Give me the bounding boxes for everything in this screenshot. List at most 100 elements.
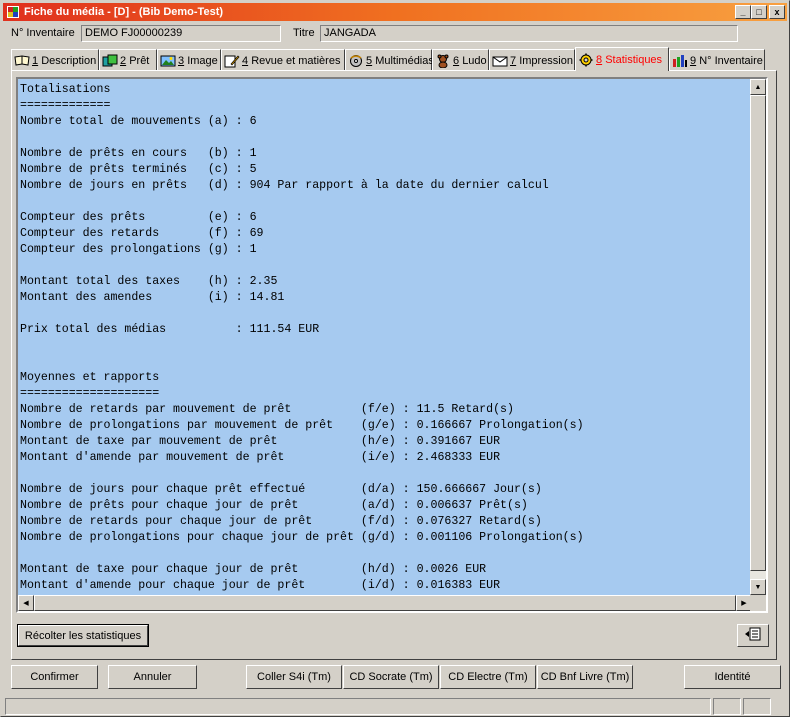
coller-s4i-button[interactable]: Coller S4i (Tm) bbox=[246, 665, 342, 689]
tab-impression[interactable]: 7 Impression bbox=[489, 49, 575, 71]
stats-line: Compteur des prêts (e) : 6 bbox=[20, 211, 257, 224]
gear-icon bbox=[578, 53, 594, 67]
stats-line: Nombre de jours en prêts (d) : 904 Par r… bbox=[20, 179, 549, 192]
recolter-statistiques-label: Récolter les statistiques bbox=[24, 629, 142, 642]
export-button[interactable] bbox=[737, 624, 769, 647]
close-button[interactable]: x bbox=[769, 5, 785, 19]
stats-line: Montant total des taxes (h) : 2.35 bbox=[20, 275, 278, 288]
maximize-icon: □ bbox=[756, 6, 762, 17]
stats-line: Montant des amendes (i) : 14.81 bbox=[20, 291, 285, 304]
title-bar[interactable]: Fiche du média - [D] - (Bib Demo-Test) _… bbox=[3, 3, 787, 21]
identite-button[interactable]: Identité bbox=[684, 665, 781, 689]
tab-multimedias-num: 5 bbox=[366, 54, 373, 67]
confirmer-button[interactable]: Confirmer bbox=[11, 665, 98, 689]
tab-revue-num: 4 bbox=[242, 54, 249, 67]
stats-line: Nombre total de mouvements (a) : 6 bbox=[20, 115, 257, 128]
tab-inventaire[interactable]: 9 N° Inventaire bbox=[669, 49, 765, 71]
cd-socrate-button[interactable]: CD Socrate (Tm) bbox=[343, 665, 439, 689]
statistics-text-content: Totalisations ============= Nombre total d… bbox=[18, 79, 752, 595]
tab-pret-label: Prêt bbox=[129, 54, 150, 67]
tab-description[interactable]: 1 Description bbox=[11, 49, 99, 71]
scroll-down-button[interactable]: ▼ bbox=[750, 579, 766, 595]
scroll-left-button[interactable]: ◀ bbox=[18, 595, 34, 611]
statistics-text: Totalisations ============= Nombre total d… bbox=[20, 82, 584, 594]
stats-line: Nombre de prolongations par mouvement de… bbox=[20, 419, 584, 432]
tab-image-num: 3 bbox=[178, 54, 185, 67]
vertical-scrollbar[interactable]: ▲ ▼ bbox=[750, 79, 766, 595]
titre-field[interactable]: JANGADA bbox=[320, 25, 738, 42]
stats-line bbox=[20, 466, 584, 482]
tab-inventaire-num: 9 bbox=[690, 54, 697, 67]
scrollbar-corner bbox=[750, 595, 766, 611]
media-record-window: Fiche du média - [D] - (Bib Demo-Test) _… bbox=[0, 0, 790, 717]
tab-image-label: Image bbox=[187, 54, 218, 67]
annuler-button[interactable]: Annuler bbox=[108, 665, 197, 689]
tab-ludo[interactable]: 6 Ludo bbox=[432, 49, 489, 71]
tab-statistiques[interactable]: 8 Statistiques bbox=[575, 47, 669, 71]
tab-statistiques-num: 8 bbox=[596, 53, 603, 66]
cd-electre-button[interactable]: CD Electre (Tm) bbox=[440, 665, 536, 689]
stats-line: Montant de taxe par mouvement de prêt (h… bbox=[20, 435, 501, 448]
cd-electre-label: CD Electre (Tm) bbox=[448, 671, 528, 683]
stats-line bbox=[20, 546, 584, 562]
stats-line bbox=[20, 194, 584, 210]
recolter-statistiques-button[interactable]: Récolter les statistiques bbox=[17, 624, 149, 647]
stats-line: Prix total des médias : 111.54 EUR bbox=[20, 323, 320, 336]
tab-impression-num: 7 bbox=[510, 54, 517, 67]
maximize-button[interactable]: □ bbox=[751, 5, 767, 19]
horizontal-scrollbar[interactable]: ◀ ▶ bbox=[18, 595, 752, 611]
inventaire-field[interactable]: DEMO FJ00000239 bbox=[81, 25, 281, 42]
identite-label: Identité bbox=[714, 671, 751, 683]
stats-line: Compteur des retards (f) : 69 bbox=[20, 227, 264, 240]
stats-line: Montant de taxe pour chaque jour de prêt… bbox=[20, 563, 487, 576]
stats-line bbox=[20, 354, 584, 370]
minimize-button[interactable]: _ bbox=[735, 5, 751, 19]
status-panel-2 bbox=[713, 698, 741, 715]
stats-line: Nombre de prêts pour chaque jour de prêt… bbox=[20, 499, 528, 512]
app-icon bbox=[6, 5, 20, 19]
arrow-left-icon: ◀ bbox=[23, 600, 29, 607]
status-panel-3 bbox=[743, 698, 771, 715]
stats-line: Compteur des prolongations (g) : 1 bbox=[20, 243, 257, 256]
stats-line: Nombre de retards par mouvement de prêt … bbox=[20, 403, 514, 416]
pencil-icon bbox=[224, 54, 240, 68]
confirmer-label: Confirmer bbox=[30, 671, 79, 683]
arrow-up-icon: ▲ bbox=[754, 83, 762, 91]
cd-bnf-livre-button[interactable]: CD Bnf Livre (Tm) bbox=[537, 665, 633, 689]
status-panel-main bbox=[5, 698, 711, 715]
arrow-right-icon: ▶ bbox=[741, 600, 747, 607]
export-icon bbox=[744, 627, 762, 644]
stats-line: Nombre de prolongations pour chaque jour… bbox=[20, 531, 584, 544]
horizontal-scroll-thumb[interactable] bbox=[34, 595, 736, 611]
close-icon: x bbox=[774, 6, 780, 17]
teddy-icon bbox=[435, 54, 451, 68]
stats-line: Montant d'amende pour chaque jour de prê… bbox=[20, 579, 501, 592]
header-fields: N° Inventaire DEMO FJ00000239 Titre JANG… bbox=[1, 24, 790, 44]
stats-line: Montant d'amende par mouvement de prêt (… bbox=[20, 451, 501, 464]
book-icon bbox=[14, 54, 30, 68]
image-icon bbox=[160, 54, 176, 68]
envelope-icon bbox=[492, 54, 508, 68]
stats-line bbox=[20, 130, 584, 146]
statistics-text-area[interactable]: Totalisations ============= Nombre total d… bbox=[16, 77, 768, 613]
scroll-up-button[interactable]: ▲ bbox=[750, 79, 766, 95]
stats-line: Moyennes et rapports bbox=[20, 371, 160, 384]
tab-ludo-label: Ludo bbox=[462, 54, 487, 67]
tab-ludo-num: 6 bbox=[453, 54, 460, 67]
titre-label: Titre bbox=[293, 27, 315, 39]
stats-line: Nombre de jours pour chaque prêt effectu… bbox=[20, 483, 542, 496]
loan-icon bbox=[102, 54, 118, 68]
tab-pret[interactable]: 2 Prêt bbox=[99, 49, 157, 71]
status-bar bbox=[5, 698, 787, 715]
inventaire-label: N° Inventaire bbox=[11, 27, 75, 39]
cd-socrate-label: CD Socrate (Tm) bbox=[349, 671, 433, 683]
tab-multimedias[interactable]: 5 Multimédias bbox=[345, 49, 434, 71]
tab-revue[interactable]: 4 Revue et matières bbox=[221, 49, 345, 71]
annuler-label: Annuler bbox=[133, 671, 172, 683]
arrow-down-icon: ▼ bbox=[754, 583, 762, 591]
tab-revue-label: Revue et matières bbox=[251, 54, 341, 67]
tab-image[interactable]: 3 Image bbox=[157, 49, 221, 71]
vertical-scroll-thumb[interactable] bbox=[750, 95, 766, 571]
multimedia-icon bbox=[348, 54, 364, 68]
tab-strip: 1 Description 2 Prêt 3 Image 4 Revue et … bbox=[11, 47, 777, 71]
